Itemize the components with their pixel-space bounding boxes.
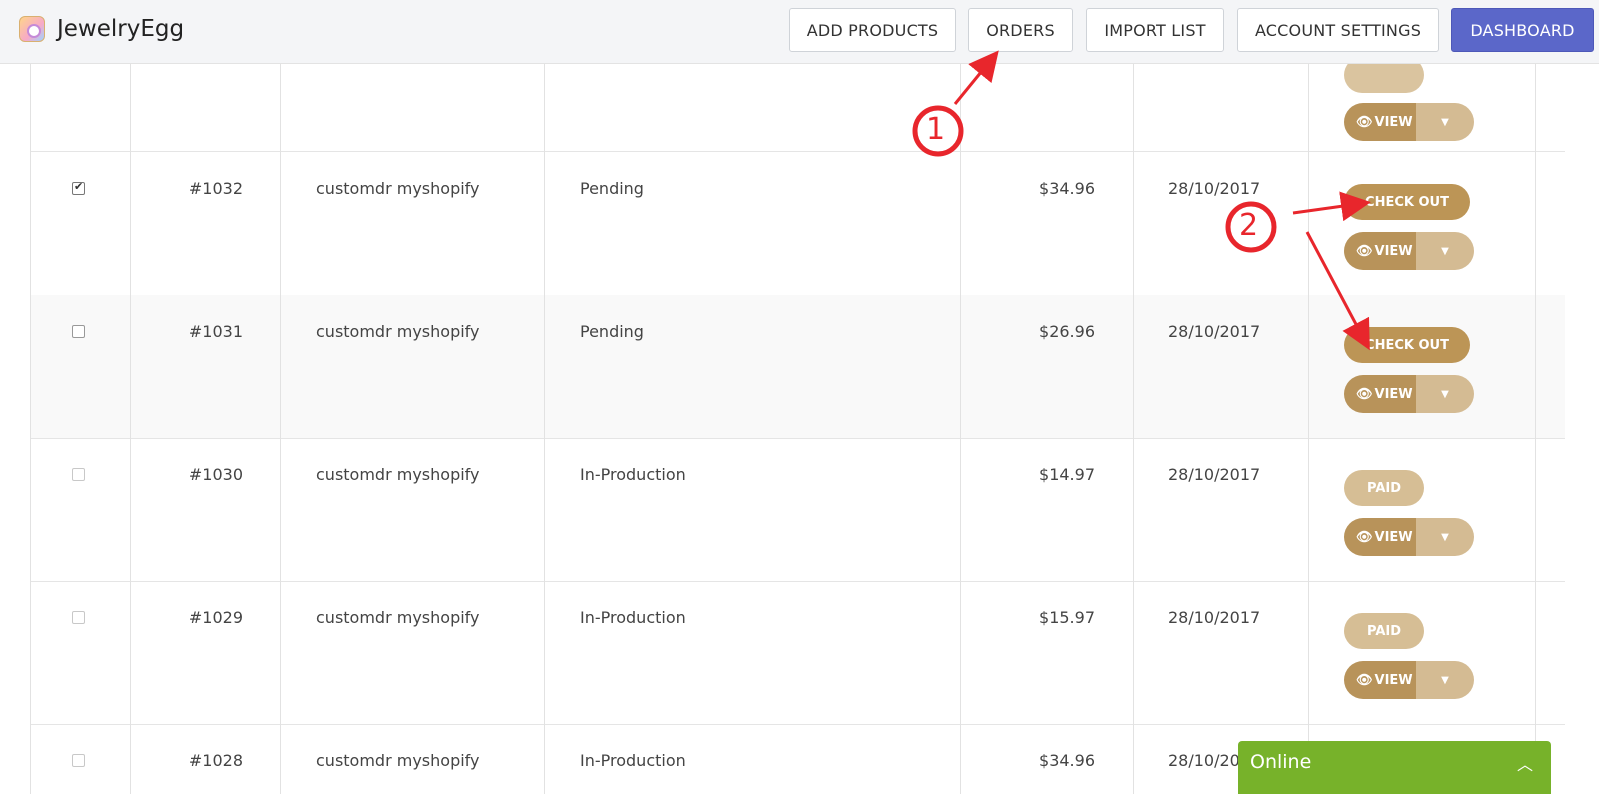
order-total: $34.96 bbox=[1039, 751, 1095, 770]
grid-line bbox=[544, 64, 545, 794]
row-checkbox[interactable] bbox=[72, 325, 85, 338]
customer-name: customdr myshopify bbox=[316, 322, 480, 341]
table-row: #1032 customdr myshopify Pending $34.96 … bbox=[30, 152, 1565, 296]
grid-line bbox=[280, 64, 281, 794]
row-checkbox[interactable] bbox=[72, 754, 85, 767]
brand[interactable]: JewelryEgg bbox=[19, 16, 184, 42]
view-label: VIEW bbox=[1374, 114, 1413, 130]
checkout-button[interactable]: CHECK OUT bbox=[1344, 184, 1470, 220]
dropdown-caret-icon[interactable]: ▼ bbox=[1416, 375, 1474, 413]
view-button-group[interactable]: 👁 VIEW ▼ bbox=[1344, 661, 1474, 699]
customer-name: customdr myshopify bbox=[316, 465, 480, 484]
row-checkbox[interactable] bbox=[72, 180, 85, 195]
row-checkbox[interactable] bbox=[72, 468, 85, 481]
view-button[interactable]: 👁 VIEW bbox=[1344, 103, 1416, 141]
order-total: $14.97 bbox=[1039, 465, 1095, 484]
customer-name: customdr myshopify bbox=[316, 751, 480, 770]
eye-icon: 👁 bbox=[1356, 529, 1373, 545]
add-products-button[interactable]: ADD PRODUCTS bbox=[789, 8, 956, 52]
order-status: In-Production bbox=[580, 465, 686, 484]
table-row: #1031 customdr myshopify Pending $26.96 … bbox=[30, 295, 1565, 439]
grid-line bbox=[1308, 64, 1309, 794]
online-label: Online bbox=[1250, 751, 1312, 773]
order-total: $34.96 bbox=[1039, 179, 1095, 198]
order-total: $15.97 bbox=[1039, 608, 1095, 627]
order-status: Pending bbox=[580, 322, 644, 341]
dropdown-caret-icon[interactable]: ▼ bbox=[1416, 518, 1474, 556]
order-total: $26.96 bbox=[1039, 322, 1095, 341]
customer-name: customdr myshopify bbox=[316, 179, 480, 198]
order-date: 28/10/2017 bbox=[1168, 322, 1261, 341]
app-logo-icon bbox=[19, 16, 45, 42]
customer-name: customdr myshopify bbox=[316, 608, 480, 627]
paid-badge: PAID bbox=[1344, 470, 1424, 506]
order-id[interactable]: #1032 bbox=[180, 179, 243, 198]
order-id[interactable]: #1028 bbox=[180, 751, 243, 770]
grid-line bbox=[1133, 64, 1134, 794]
top-navbar: JewelryEgg ADD PRODUCTS ORDERS IMPORT LI… bbox=[0, 0, 1599, 64]
view-button[interactable]: 👁 VIEW bbox=[1344, 232, 1416, 270]
view-label: VIEW bbox=[1374, 529, 1413, 545]
eye-icon: 👁 bbox=[1356, 386, 1373, 402]
order-status: In-Production bbox=[580, 751, 686, 770]
grid-line bbox=[960, 64, 961, 794]
dropdown-caret-icon[interactable]: ▼ bbox=[1416, 661, 1474, 699]
order-status: Pending bbox=[580, 179, 644, 198]
eye-icon: 👁 bbox=[1356, 672, 1373, 688]
table-row: #1029 customdr myshopify In-Production $… bbox=[30, 581, 1565, 725]
view-button[interactable]: 👁 VIEW bbox=[1344, 661, 1416, 699]
order-id[interactable]: #1030 bbox=[180, 465, 243, 484]
grid-line bbox=[30, 64, 31, 794]
view-button-group[interactable]: 👁 VIEW ▼ bbox=[1344, 232, 1474, 270]
view-label: VIEW bbox=[1374, 386, 1413, 402]
view-label: VIEW bbox=[1374, 243, 1413, 259]
view-button[interactable]: 👁 VIEW bbox=[1344, 518, 1416, 556]
row-checkbox[interactable] bbox=[72, 611, 85, 624]
view-label: VIEW bbox=[1374, 672, 1413, 688]
dropdown-caret-icon[interactable]: ▼ bbox=[1416, 103, 1474, 141]
orders-button[interactable]: ORDERS bbox=[968, 8, 1073, 52]
dropdown-caret-icon[interactable]: ▼ bbox=[1416, 232, 1474, 270]
order-date: 28/10/2017 bbox=[1168, 608, 1261, 627]
eye-icon: 👁 bbox=[1356, 243, 1373, 259]
order-date: 28/10/2017 bbox=[1168, 179, 1261, 198]
checkout-button[interactable]: CHECK OUT bbox=[1344, 327, 1470, 363]
account-settings-button[interactable]: ACCOUNT SETTINGS bbox=[1237, 8, 1439, 52]
view-button-group[interactable]: 👁 VIEW ▼ bbox=[1344, 375, 1474, 413]
grid-line bbox=[130, 64, 131, 794]
order-status: In-Production bbox=[580, 608, 686, 627]
chevron-up-icon[interactable]: ︿ bbox=[1517, 751, 1533, 775]
online-chat-widget[interactable]: Online ︿ bbox=[1238, 741, 1551, 794]
order-id[interactable]: #1031 bbox=[180, 322, 243, 341]
paid-badge: PAID bbox=[1344, 613, 1424, 649]
view-button-group[interactable]: 👁 VIEW ▼ bbox=[1344, 103, 1474, 141]
app-name: JewelryEgg bbox=[57, 16, 185, 42]
view-button[interactable]: 👁 VIEW bbox=[1344, 375, 1416, 413]
annotation-label-2: 2 bbox=[1239, 208, 1259, 243]
order-date: 28/10/2017 bbox=[1168, 465, 1261, 484]
view-button-group[interactable]: 👁 VIEW ▼ bbox=[1344, 518, 1474, 556]
eye-icon: 👁 bbox=[1356, 114, 1373, 130]
import-list-button[interactable]: IMPORT LIST bbox=[1086, 8, 1224, 52]
table-row: #1030 customdr myshopify In-Production $… bbox=[30, 438, 1565, 582]
order-id[interactable]: #1029 bbox=[180, 608, 243, 627]
grid-line bbox=[1535, 64, 1536, 794]
dashboard-button[interactable]: DASHBOARD bbox=[1451, 8, 1594, 52]
annotation-label-1: 1 bbox=[926, 112, 946, 147]
